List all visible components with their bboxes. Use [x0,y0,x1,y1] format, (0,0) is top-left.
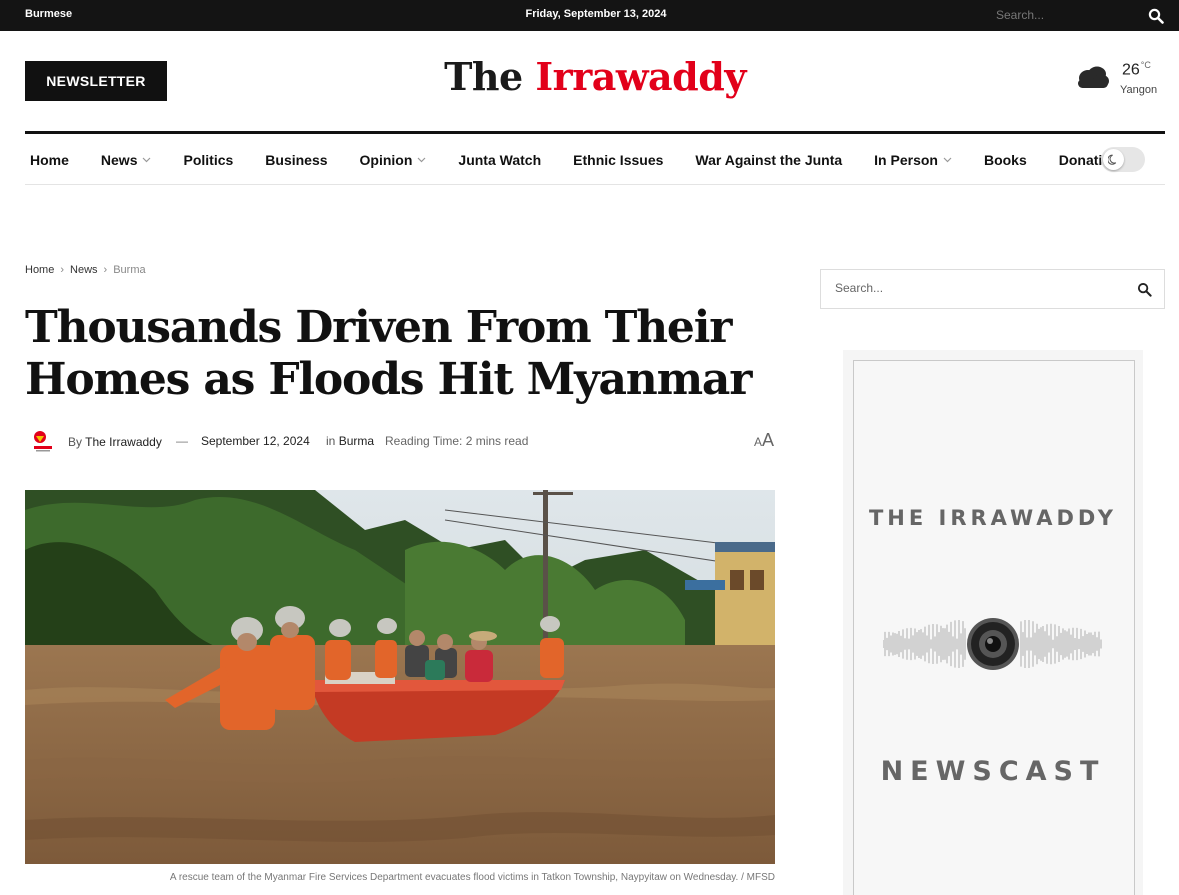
chevron-right-icon: › [60,264,65,276]
temperature-value: 26 [1122,61,1140,79]
logo-text-the: The [444,54,523,99]
sidebar-search-input[interactable] [835,281,1115,295]
breadcrumb-news[interactable]: News [70,264,98,276]
flood-rescue-photo [25,490,775,864]
weather-city: Yangon [1120,84,1158,96]
meta-separator: — [176,434,188,448]
logo-text-irrawaddy: Irrawaddy [535,54,746,99]
weather-temperature: 26°C [1122,60,1151,79]
article-title: Thousands Driven From Their Homes as Flo… [25,302,752,405]
nav-item-label: Business [265,152,328,168]
ad-newscast-text: NEWSCAST [880,756,1106,787]
article-hero-image [25,490,775,864]
nav-item-label: Books [983,152,1027,168]
image-caption: A rescue team of the Myanmar Fire Servic… [169,872,775,883]
font-size-control[interactable]: AA [754,430,774,451]
breadcrumb-home[interactable]: Home [25,264,54,276]
nav-top-divider [25,131,1165,134]
nav-item-label: Junta Watch [458,152,542,168]
cloudy-icon [1078,66,1109,88]
font-size-large[interactable]: A [762,430,774,450]
nav-item-label: News [100,152,138,168]
top-bar: Burmese Friday, September 13, 2024 [0,0,1179,31]
newsletter-button[interactable]: NEWSLETTER [25,61,167,101]
nav-item-label: War Against the Junta [695,152,843,168]
nav-item-label: Home [30,152,69,168]
chevron-right-icon: › [103,264,108,276]
nav-item-in-person[interactable]: In Person [874,152,952,168]
temperature-unit: °C [1140,60,1151,70]
nav-item-label: Politics [183,152,234,168]
in-prefix: in [326,434,336,448]
nav-item-home[interactable]: Home [30,152,69,168]
site-logo[interactable]: The Irrawaddy [440,54,750,99]
article-meta: By The Irrawaddy — September 12, 2024 in… [25,427,780,457]
breadcrumb-burma[interactable]: Burma [113,264,145,276]
by-prefix: By [68,435,83,449]
main-navigation: Home News Politics Business Opinion Junta Wat… [30,150,1151,170]
dark-mode-toggle[interactable] [1101,147,1145,172]
publish-date[interactable]: September 12, 2024 [201,434,310,448]
breadcrumb: Home › News › Burma [25,264,146,276]
nav-item-label: In Person [874,152,938,168]
chevron-down-icon [417,157,426,163]
nav-item-business[interactable]: Business [265,152,327,168]
author-avatar[interactable] [28,427,58,457]
newscast-ad[interactable]: THE IRRAWADDY NEWSCAST [843,350,1143,895]
moon-icon [1108,154,1117,165]
byline: By The Irrawaddy [68,435,162,449]
top-search-input[interactable] [996,8,1136,22]
category-line: in Burma [326,434,374,448]
nav-item-opinion[interactable]: Opinion [360,152,427,168]
nav-item-war-against-the-junta[interactable]: War Against the Junta [695,152,842,168]
speaker-waveform-icon [883,618,1102,670]
nav-bottom-divider [25,184,1165,185]
nav-item-label: Ethnic Issues [573,152,664,168]
nav-item-news[interactable]: News [101,152,152,168]
ad-brand-text: THE IRRAWADDY [868,506,1118,530]
nav-item-books[interactable]: Books [984,152,1027,168]
reading-time: Reading Time: 2 mins read [385,434,529,448]
category-link[interactable]: Burma [339,434,374,448]
toggle-knob [1103,149,1124,170]
nav-item-label: Opinion [359,152,413,168]
font-size-small[interactable]: A [754,435,762,449]
author-link[interactable]: The Irrawaddy [85,435,162,449]
sidebar-search [820,269,1165,309]
nav-item-politics[interactable]: Politics [183,152,233,168]
chevron-down-icon [143,157,151,163]
nav-item-ethnic-issues[interactable]: Ethnic Issues [573,152,663,168]
chevron-down-icon [943,157,952,163]
search-icon[interactable] [1148,8,1164,24]
nav-item-junta-watch[interactable]: Junta Watch [458,152,541,168]
search-icon[interactable] [1137,282,1152,297]
